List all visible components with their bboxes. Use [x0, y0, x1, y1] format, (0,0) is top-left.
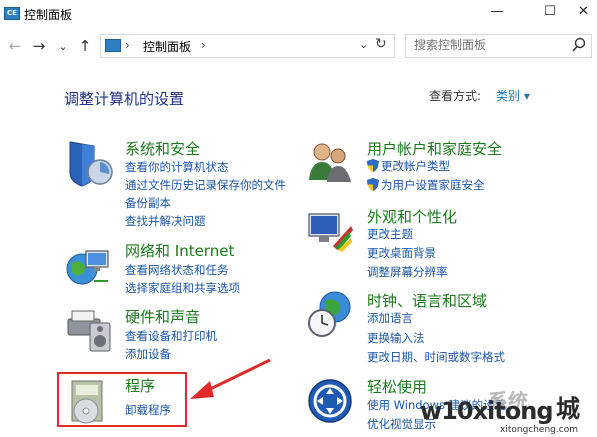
category-clock-language-region[interactable]: 时钟、语言和区域 — [367, 290, 487, 311]
breadcrumb-chevron-icon[interactable]: › — [201, 38, 206, 52]
maximize-button[interactable]: ☐ — [530, 0, 570, 22]
back-button[interactable]: ← — [6, 37, 24, 55]
refresh-icon[interactable]: ↻ — [375, 36, 387, 52]
watermark: 系统 w10xitong 城 xitongcheng.com — [400, 385, 597, 437]
network-internet-icon[interactable] — [64, 241, 114, 291]
link-date-time-format[interactable]: 更改日期、时间或数字格式 — [367, 349, 505, 365]
category-user-accounts[interactable]: 用户帐户和家庭安全 — [367, 138, 502, 159]
link-change-account-type-label: 更改帐户类型 — [381, 159, 450, 173]
link-change-theme[interactable]: 更改主题 — [367, 226, 413, 242]
window-title: 控制面板 — [24, 8, 73, 22]
category-appearance[interactable]: 外观和个性化 — [367, 206, 457, 227]
appearance-personalization-icon[interactable] — [305, 206, 355, 256]
hardware-sound-icon[interactable] — [64, 305, 114, 355]
link-family-safety[interactable]: 为用户设置家庭安全 — [367, 177, 485, 193]
category-network-internet[interactable]: 网络和 Internet — [125, 240, 234, 261]
link-screen-resolution[interactable]: 调整屏幕分辨率 — [367, 264, 448, 280]
address-dropdown-icon[interactable]: ⌄ — [359, 38, 368, 51]
link-troubleshoot[interactable]: 查找并解决问题 — [125, 213, 206, 229]
link-desktop-background[interactable]: 更改桌面背景 — [367, 245, 436, 261]
clock-language-region-icon[interactable] — [305, 289, 355, 339]
category-system-security[interactable]: 系统和安全 — [125, 138, 200, 159]
highlight-box — [57, 372, 187, 427]
breadcrumb-separator-icon: › — [125, 38, 130, 52]
ease-of-access-icon[interactable] — [305, 376, 355, 426]
link-backup[interactable]: 备份副本 — [125, 195, 171, 211]
red-arrow-icon — [190, 358, 271, 399]
forward-button[interactable]: → — [30, 37, 48, 55]
category-hardware-sound[interactable]: 硬件和声音 — [125, 306, 200, 327]
link-devices-printers[interactable]: 查看设备和打印机 — [125, 328, 217, 344]
link-family-safety-label: 为用户设置家庭安全 — [381, 178, 485, 192]
link-change-account-type[interactable]: 更改帐户类型 — [367, 158, 450, 174]
breadcrumb-control-panel[interactable]: 控制面板 — [143, 38, 191, 55]
minimize-button[interactable]: — — [477, 0, 517, 22]
uac-shield-icon — [367, 159, 379, 172]
view-by-dropdown[interactable]: 类别 ▾ — [496, 87, 530, 104]
uac-shield-icon — [367, 178, 379, 191]
view-by-label: 查看方式: — [429, 89, 482, 103]
link-view-computer-status[interactable]: 查看你的计算机状态 — [125, 159, 229, 175]
link-change-input-method[interactable]: 更换输入法 — [367, 330, 425, 346]
system-security-icon[interactable] — [64, 138, 114, 188]
watermark-brand: w10xitong — [420, 397, 554, 425]
up-button[interactable]: ↑ — [76, 37, 94, 55]
recent-locations-button[interactable]: ⌄ — [54, 37, 72, 55]
user-accounts-icon[interactable] — [305, 138, 355, 188]
search-icon[interactable] — [571, 36, 587, 54]
address-bar[interactable]: › 控制面板 › ⌄ ↻ — [100, 34, 395, 58]
control-panel-app-icon: CE — [4, 7, 20, 20]
link-file-history[interactable]: 通过文件历史记录保存你的文件 — [125, 177, 286, 193]
watermark-suffix: 城 — [556, 395, 580, 423]
link-add-language[interactable]: 添加语言 — [367, 310, 413, 326]
link-network-status[interactable]: 查看网络状态和任务 — [125, 262, 229, 278]
link-homegroup-sharing[interactable]: 选择家庭组和共享选项 — [125, 280, 240, 296]
page-title: 调整计算机的设置 — [64, 90, 185, 108]
watermark-url: xitongcheng.com — [500, 425, 578, 435]
search-box[interactable] — [405, 34, 592, 58]
close-button[interactable]: ✕ — [570, 0, 597, 22]
link-add-device[interactable]: 添加设备 — [125, 346, 171, 362]
title-bar: CE 控制面板 — ☐ ✕ — [0, 0, 597, 30]
control-panel-icon — [105, 39, 121, 52]
search-input[interactable] — [414, 38, 564, 52]
